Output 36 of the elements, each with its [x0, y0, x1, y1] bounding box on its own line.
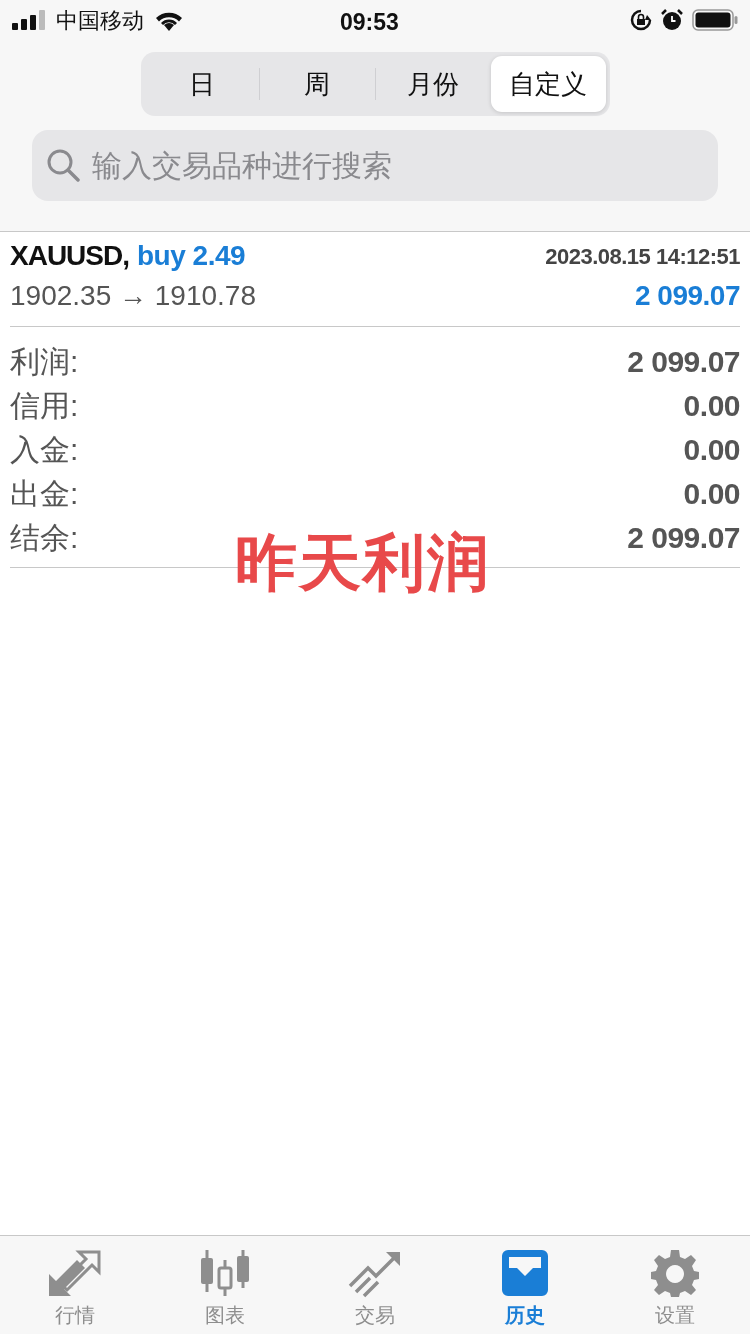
annotation-text: 昨天利润 — [235, 532, 491, 594]
summary-label: 出金: — [10, 475, 79, 512]
tab-bar-item[interactable]: 历史 — [450, 1236, 600, 1334]
double-arrow-icon — [47, 1248, 103, 1298]
search-field[interactable]: 输入交易品种进行搜索 — [32, 130, 718, 201]
clock-time: 09:53 — [340, 8, 399, 37]
summary-value: 2 099.07 — [627, 343, 740, 380]
deal-side: buy 2.49 — [137, 239, 246, 273]
inbox-tray-icon — [500, 1248, 550, 1298]
gear-icon — [650, 1248, 700, 1298]
tab-bar-item[interactable]: 设置 — [600, 1236, 750, 1334]
tab-bar-item[interactable]: 行情 — [0, 1236, 150, 1334]
period-tab[interactable]: 日 — [144, 56, 259, 112]
summary-label: 入金: — [10, 431, 79, 468]
tab-bar-item[interactable]: 图表 — [150, 1236, 300, 1334]
tab-bar-item[interactable]: 交易 — [300, 1236, 450, 1334]
summary-value: 0.00 — [683, 431, 740, 468]
period-tab[interactable]: 月份 — [375, 56, 490, 112]
candlestick-icon — [199, 1248, 251, 1298]
deal-time: 2023.08.15 14:12:51 — [545, 242, 740, 271]
period-tab[interactable]: 自定义 — [491, 56, 606, 112]
signal-icon — [12, 10, 48, 30]
period-tab[interactable]: 周 — [260, 56, 375, 112]
deal-profit: 2 099.07 — [635, 279, 740, 313]
summary-label: 利润: — [10, 343, 79, 380]
symbol-label: XAUUSD, — [10, 239, 129, 273]
summary-value: 0.00 — [683, 387, 740, 424]
summary-label: 信用: — [10, 387, 79, 424]
carrier-name: 中国移动 — [56, 6, 144, 35]
summary-value: 2 099.07 — [627, 519, 740, 556]
alarm-icon — [660, 8, 684, 32]
summary-value: 0.00 — [683, 475, 740, 512]
rotation-lock-icon — [630, 9, 652, 31]
battery-icon — [692, 9, 738, 31]
price-change: 1902.35 → 1910.78 — [10, 279, 256, 313]
summary-label: 结余: — [10, 519, 79, 556]
